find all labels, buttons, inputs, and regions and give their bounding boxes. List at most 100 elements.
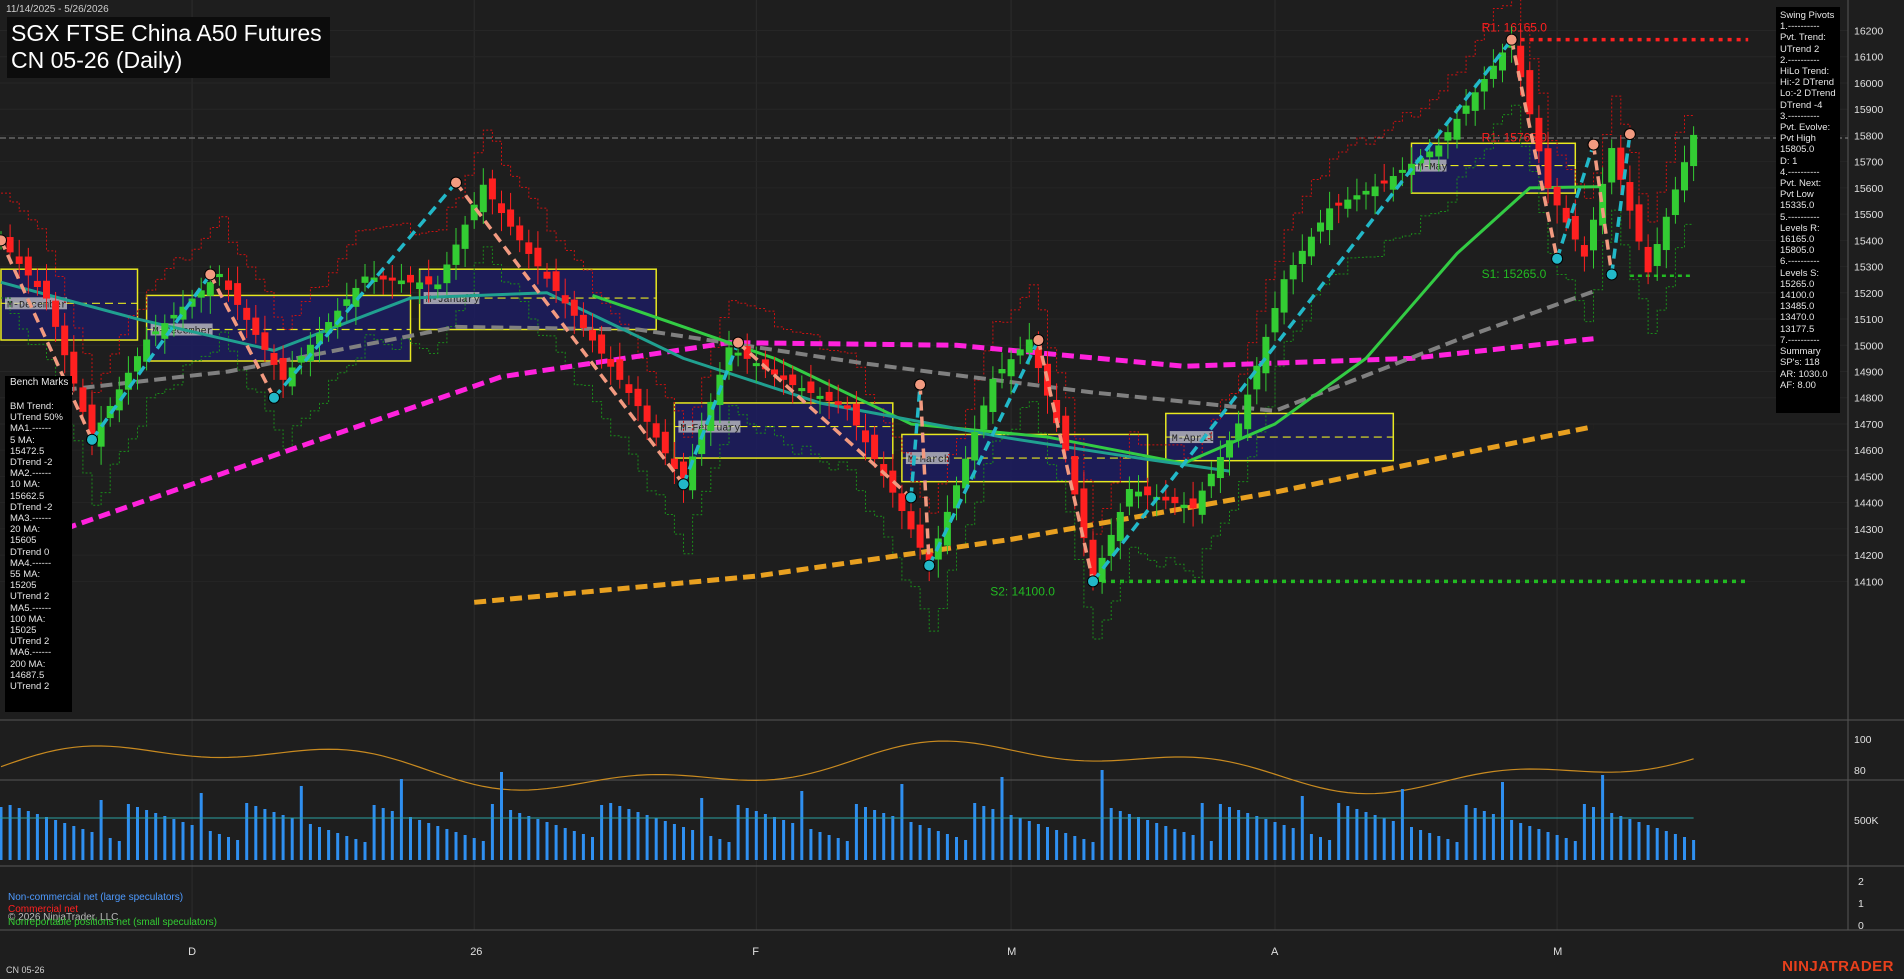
volume-bar [1082,839,1086,860]
volume-bar [99,800,103,860]
volume-bar [1291,828,1295,860]
y-tick-label: 15800 [1854,130,1883,142]
volume-bar [882,813,886,860]
candle-body [288,367,296,387]
candle-body [871,434,879,460]
candle-body [488,178,496,200]
candle-body [816,395,824,399]
volume-bar [1592,807,1595,860]
volume-bar [682,827,685,860]
volume-bar [1683,837,1686,860]
volume-bar [1664,831,1668,860]
candle-body [1262,336,1270,374]
volume-bar [827,835,831,860]
volume-bar [1582,804,1586,860]
volume-bar [1510,820,1514,860]
volume-bar [409,817,412,860]
y-tick-label: 15700 [1854,157,1883,169]
volume-bar [691,830,695,860]
candle-body [1590,219,1597,251]
volume-bar [809,829,813,860]
volume-bar [1173,829,1177,860]
volume-bar [654,818,658,860]
candle-body [1198,490,1206,515]
volume-bar [1637,822,1641,860]
volume-bar [126,804,130,860]
x-tick-label: M [1553,946,1562,958]
candle-body [780,375,788,380]
volume-bar [672,824,676,860]
y-tick-label: 15400 [1854,235,1883,247]
candle-body [407,274,414,283]
candle-body [1599,183,1607,226]
volume-bar [900,784,904,860]
y-tick-label: 16000 [1854,78,1883,90]
volume-bar [308,824,312,860]
volume-bar [845,841,849,860]
volume-bar [181,822,185,860]
x-tick-label: 26 [470,946,482,958]
candle-body [507,209,515,227]
volume-bar [345,836,349,860]
y-tick-label: 14100 [1854,576,1883,588]
swing-pivot-marker [1605,268,1618,281]
volume-bar [1673,834,1677,860]
y-tick-label: 14200 [1854,550,1883,562]
volume-bar [172,819,176,860]
volume-bar [1055,830,1059,860]
candle-body [1344,199,1352,209]
volume-bar [1373,815,1377,860]
swing-pivots-text: Swing Pivots 1.---------- Pvt. Trend: UT… [1780,10,1836,391]
volume-bar [399,779,403,860]
candle-body [452,244,460,265]
swing-pivot-marker [905,491,917,504]
volume-bar [45,817,48,860]
volume-bar [35,814,39,860]
swing-pivot-marker [1032,334,1045,347]
volume-bar [136,807,139,860]
candle-body [1553,186,1561,206]
candle-body [1317,222,1324,232]
candle-body [1226,440,1233,458]
volume-bar [1455,842,1459,860]
x-tick-label: F [752,946,759,958]
y-tick-label: 15100 [1854,314,1883,326]
candle-body [225,280,232,290]
candle-body [1307,236,1315,257]
candle-body [252,317,260,335]
candle-body [33,280,41,288]
volume-bar [1109,808,1113,860]
chart-title-box: SGX FTSE China A50 Futures CN 05-26 (Dai… [7,17,330,78]
volume-bar [436,826,440,860]
candle-body [279,357,287,380]
volume-bar [1300,796,1304,860]
volume-bar [936,831,940,860]
volume-bar [236,840,240,860]
candle-body [1298,250,1306,264]
volume-bar [281,815,285,860]
volume-bar [1255,816,1259,860]
candle-body [789,374,797,386]
volume-bar [17,808,21,860]
pivot-level-label: S1: 15265.0 [1482,267,1547,281]
volume-bar [1546,832,1550,860]
volume-bar [964,840,968,860]
volume-bar [736,805,740,860]
y-tick-label: 16200 [1854,26,1883,38]
volume-bar [627,809,631,860]
candle-body [1116,511,1124,542]
candle-body [1362,190,1370,195]
volume-bar [718,839,722,860]
candle-body [1062,415,1070,451]
candle-body [1180,504,1188,509]
swing-pivot-marker [914,378,927,391]
price-chart[interactable]: M-DecemberM-DecemberM-JanuaryM-FebruaryM… [0,0,1904,979]
candle-body [1644,246,1652,273]
candle-body [161,323,169,339]
candle-body [1144,486,1152,496]
volume-bar [1100,770,1104,860]
candle-body [1671,189,1679,216]
volume-bar [1391,821,1395,860]
candle-body [852,403,860,426]
volume-bar [154,813,158,860]
